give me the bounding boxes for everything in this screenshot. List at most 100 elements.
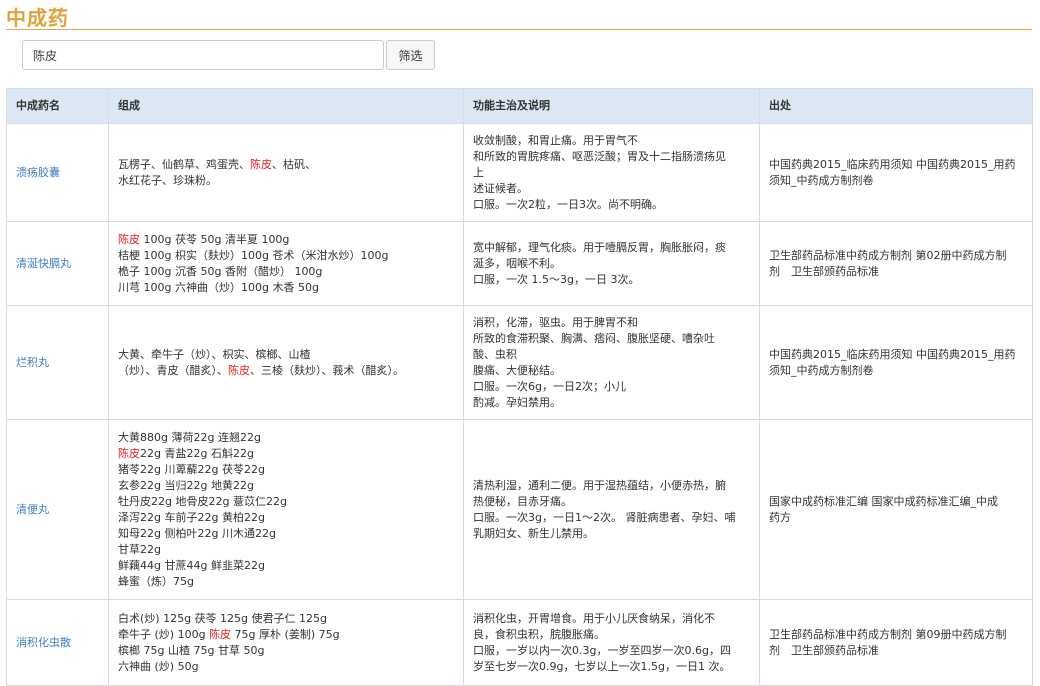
function-line: 乳期妇女、新生儿禁用。 <box>473 526 594 540</box>
table-row: 溃疡胶囊 瓦楞子、仙鹤草、鸡蛋壳、陈皮、枯矾、 水红花子、珍珠粉。 收敛制酸，和胃止痛… <box>6 123 1033 222</box>
composition-text: 槟榔 75g 山楂 75g 甘草 50g <box>118 643 265 657</box>
composition-cell: 大黄880g 薄荷22g 连翘22g 陈皮22g 青盐22g 石斛22g 猪苓22g… <box>108 419 464 600</box>
header-function: 功能主治及说明 <box>463 88 760 124</box>
composition-text: 大黄、牵牛子（炒）、枳实、槟榔、山楂 <box>118 347 311 361</box>
function-line: 口服，一岁以内一次0.3g，一岁至四岁一次0.6g，四 <box>473 643 731 657</box>
function-cell: 消积，化滞，驱虫。用于脾胃不和 所致的食滞积聚、胸满、痞闷、腹胀坚硬、嘈杂吐 酸、虫… <box>463 305 760 420</box>
source-line: 卫生部药品标准中药成方制剂 第02册中药成方制 <box>769 248 1007 262</box>
function-line: 所致的食滞积聚、胸满、痞闷、腹胀坚硬、嘈杂吐 <box>473 331 715 345</box>
highlighted-term: 陈皮 <box>250 157 272 171</box>
function-line: 腹痛、大便秘结。 <box>473 363 561 377</box>
header-name: 中成药名 <box>6 88 109 124</box>
header-composition: 组成 <box>108 88 464 124</box>
function-line: 酌减。孕妇禁用。 <box>473 395 561 409</box>
source-line: 须知_中药成方制剂卷 <box>769 173 874 187</box>
composition-line: 大黄、牵牛子（炒）、枳实、槟榔、山楂 <box>118 347 454 363</box>
composition-cell: 瓦楞子、仙鹤草、鸡蛋壳、陈皮、枯矾、 水红花子、珍珠粉。 <box>108 123 464 222</box>
composition-line: 牵牛子 (炒) 100g 陈皮 75g 厚朴 (姜制) 75g <box>118 627 454 643</box>
function-cell: 清热利湿，通利二便。用于湿热蕴结，小便赤热，腑 热便秘，目赤牙痛。口服。一次3g，… <box>463 419 760 600</box>
function-line: 口服。一次3g，一日1～2次。 肾脏病患者、孕妇、哺 <box>473 510 736 524</box>
table-header-row: 中成药名 组成 功能主治及说明 出处 <box>6 88 1033 124</box>
header-source: 出处 <box>759 88 1033 124</box>
composition-line: 知母22g 侧柏叶22g 川木通22g <box>118 526 454 542</box>
source-cell: 卫生部药品标准中药成方制剂 第09册中药成方制剂 卫生部颁药品标准 <box>759 599 1033 686</box>
source-line: 中国药典2015_临床药用须知 中国药典2015_用药 <box>769 347 1016 361</box>
highlighted-term: 陈皮 <box>118 232 140 246</box>
composition-text: 六神曲 (炒) 50g <box>118 659 199 673</box>
composition-line: 桔梗 100g 枳实（麸炒）100g 苍术（米泔水炒）100g <box>118 248 454 264</box>
composition-text: 鲜藕44g 甘蔗44g 鲜韭菜22g <box>118 558 265 572</box>
composition-text: 猪苓22g 川萆薢22g 茯苓22g <box>118 462 265 476</box>
source-cell: 中国药典2015_临床药用须知 中国药典2015_用药 须知_中药成方制剂卷 <box>759 123 1033 222</box>
composition-line: 六神曲 (炒) 50g <box>118 659 454 675</box>
function-cell: 宽中解郁，理气化痰。用于噎膈反胃，胸胀胀闷，痰 涎多，咽喉不利。口服，一次 1.5… <box>463 221 760 306</box>
composition-text: 知母22g 侧柏叶22g 川木通22g <box>118 526 276 540</box>
composition-text: 桔梗 100g 枳实（麸炒）100g 苍术（米泔水炒）100g <box>118 248 389 262</box>
composition-cell: 白术(炒) 125g 茯苓 125g 使君子仁 125g 牵牛子 (炒) 100g… <box>108 599 464 686</box>
composition-line: 猪苓22g 川萆薢22g 茯苓22g <box>118 462 454 478</box>
composition-line: 槟榔 75g 山楂 75g 甘草 50g <box>118 643 454 659</box>
composition-text: 玄参22g 当归22g 地黄22g <box>118 478 254 492</box>
results-table: 中成药名 组成 功能主治及说明 出处 溃疡胶囊 瓦楞子、仙鹤草、鸡蛋壳、陈皮、枯矾… <box>6 88 1033 686</box>
function-line: 收敛制酸，和胃止痛。用于胃气不 <box>473 133 638 147</box>
composition-text: 100g 茯苓 50g 清半夏 100g <box>140 232 290 246</box>
table-row: 烂积丸 大黄、牵牛子（炒）、枳实、槟榔、山楂 （炒）、青皮（醋炙）、陈皮、三棱（麸炒… <box>6 305 1033 420</box>
composition-line: 桅子 100g 沉香 50g 香附（醋炒） 100g <box>118 264 454 280</box>
function-line: 和所致的胃脘疼痛、呕恶泛酸；胃及十二指肠溃疡见 <box>473 149 726 163</box>
function-line: 消积，化滞，驱虫。用于脾胃不和 <box>473 315 638 329</box>
highlighted-term: 陈皮 <box>118 446 140 460</box>
source-line: 须知_中药成方制剂卷 <box>769 363 874 377</box>
source-line: 卫生部药品标准中药成方制剂 第09册中药成方制 <box>769 627 1007 641</box>
composition-text: 牡丹皮22g 地骨皮22g 薏苡仁22g <box>118 494 287 508</box>
composition-text: 白术(炒) 125g 茯苓 125g 使君子仁 125g <box>118 611 327 625</box>
composition-line: 牡丹皮22g 地骨皮22g 薏苡仁22g <box>118 494 454 510</box>
composition-line: 蜂蜜（炼）75g <box>118 574 454 590</box>
function-line: 热便秘，目赤牙痛。 <box>473 494 572 508</box>
function-cell: 消积化虫，开胃增食。用于小儿厌食纳呆，消化不 良，食积虫积，脘腹胀痛。 口服，一岁以… <box>463 599 760 686</box>
function-line: 口服。一次6g，一日2次；小儿 <box>473 379 626 393</box>
function-line: 口服，一次 1.5～3g，一日 3次。 <box>473 272 640 286</box>
composition-text: 牵牛子 (炒) 100g <box>118 627 210 641</box>
page-title: 中成药 <box>6 6 69 30</box>
composition-line: 大黄880g 薄荷22g 连翘22g <box>118 430 454 446</box>
source-line: 剂 卫生部颁药品标准 <box>769 643 879 657</box>
composition-text: 22g 青盐22g 石斛22g <box>140 446 254 460</box>
search-input[interactable] <box>22 40 384 70</box>
medicine-name-link[interactable]: 溃疡胶囊 <box>6 123 109 222</box>
composition-line: 瓦楞子、仙鹤草、鸡蛋壳、陈皮、枯矾、 <box>118 157 454 173</box>
source-line: 国家中成药标准汇编 国家中成药标准汇编_中成 <box>769 494 998 508</box>
medicine-name-link[interactable]: 烂积丸 <box>6 305 109 420</box>
composition-line: 玄参22g 当归22g 地黄22g <box>118 478 454 494</box>
function-line: 上 <box>473 165 484 179</box>
source-cell: 国家中成药标准汇编 国家中成药标准汇编_中成 药方 <box>759 419 1033 600</box>
composition-line: 甘草22g <box>118 542 454 558</box>
composition-text: 桅子 100g 沉香 50g 香附（醋炒） 100g <box>118 264 323 278</box>
composition-text: 大黄880g 薄荷22g 连翘22g <box>118 430 261 444</box>
source-cell: 卫生部药品标准中药成方制剂 第02册中药成方制剂 卫生部颁药品标准 <box>759 221 1033 306</box>
medicine-name-link[interactable]: 清便丸 <box>6 419 109 600</box>
function-line: 清热利湿，通利二便。用于湿热蕴结，小便赤热，腑 <box>473 478 726 492</box>
table-row: 清便丸 大黄880g 薄荷22g 连翘22g 陈皮22g 青盐22g 石斛22g 猪苓… <box>6 419 1033 600</box>
source-line: 剂 卫生部颁药品标准 <box>769 264 879 278</box>
composition-text: 泽泻22g 车前子22g 黄柏22g <box>118 510 265 524</box>
composition-line: （炒）、青皮（醋炙）、陈皮、三棱（麸炒）、莪术（醋炙）。 <box>118 363 454 379</box>
composition-text: 、三棱（麸炒）、莪术（醋炙）。 <box>250 363 404 377</box>
composition-line: 陈皮22g 青盐22g 石斛22g <box>118 446 454 462</box>
composition-text: 75g 厚朴 (姜制) 75g <box>231 627 340 641</box>
function-line: 述证候者。 <box>473 181 528 195</box>
highlighted-term: 陈皮 <box>209 627 232 641</box>
filter-button[interactable]: 筛选 <box>386 40 435 70</box>
composition-cell: 陈皮 100g 茯苓 50g 清半夏 100g 桔梗 100g 枳实（麸炒）100… <box>108 221 464 306</box>
source-cell: 中国药典2015_临床药用须知 中国药典2015_用药 须知_中药成方制剂卷 <box>759 305 1033 420</box>
composition-line: 鲜藕44g 甘蔗44g 鲜韭菜22g <box>118 558 454 574</box>
source-line: 药方 <box>769 510 791 524</box>
medicine-name-link[interactable]: 消积化虫散 <box>6 599 109 686</box>
function-line: 岁至七岁一次0.9g，七岁以上一次1.5g，一日1 次。 <box>473 659 731 673</box>
composition-text: 蜂蜜（炼）75g <box>118 574 194 588</box>
source-line: 中国药典2015_临床药用须知 中国药典2015_用药 <box>769 157 1016 171</box>
function-line: 涎多，咽喉不利。 <box>473 256 561 270</box>
function-line: 口服。一次2粒，一日3次。尚不明确。 <box>473 197 663 211</box>
medicine-name-link[interactable]: 清涎快膈丸 <box>6 221 109 306</box>
composition-line: 泽泻22g 车前子22g 黄柏22g <box>118 510 454 526</box>
function-line: 宽中解郁，理气化痰。用于噎膈反胃，胸胀胀闷，痰 <box>473 240 726 254</box>
